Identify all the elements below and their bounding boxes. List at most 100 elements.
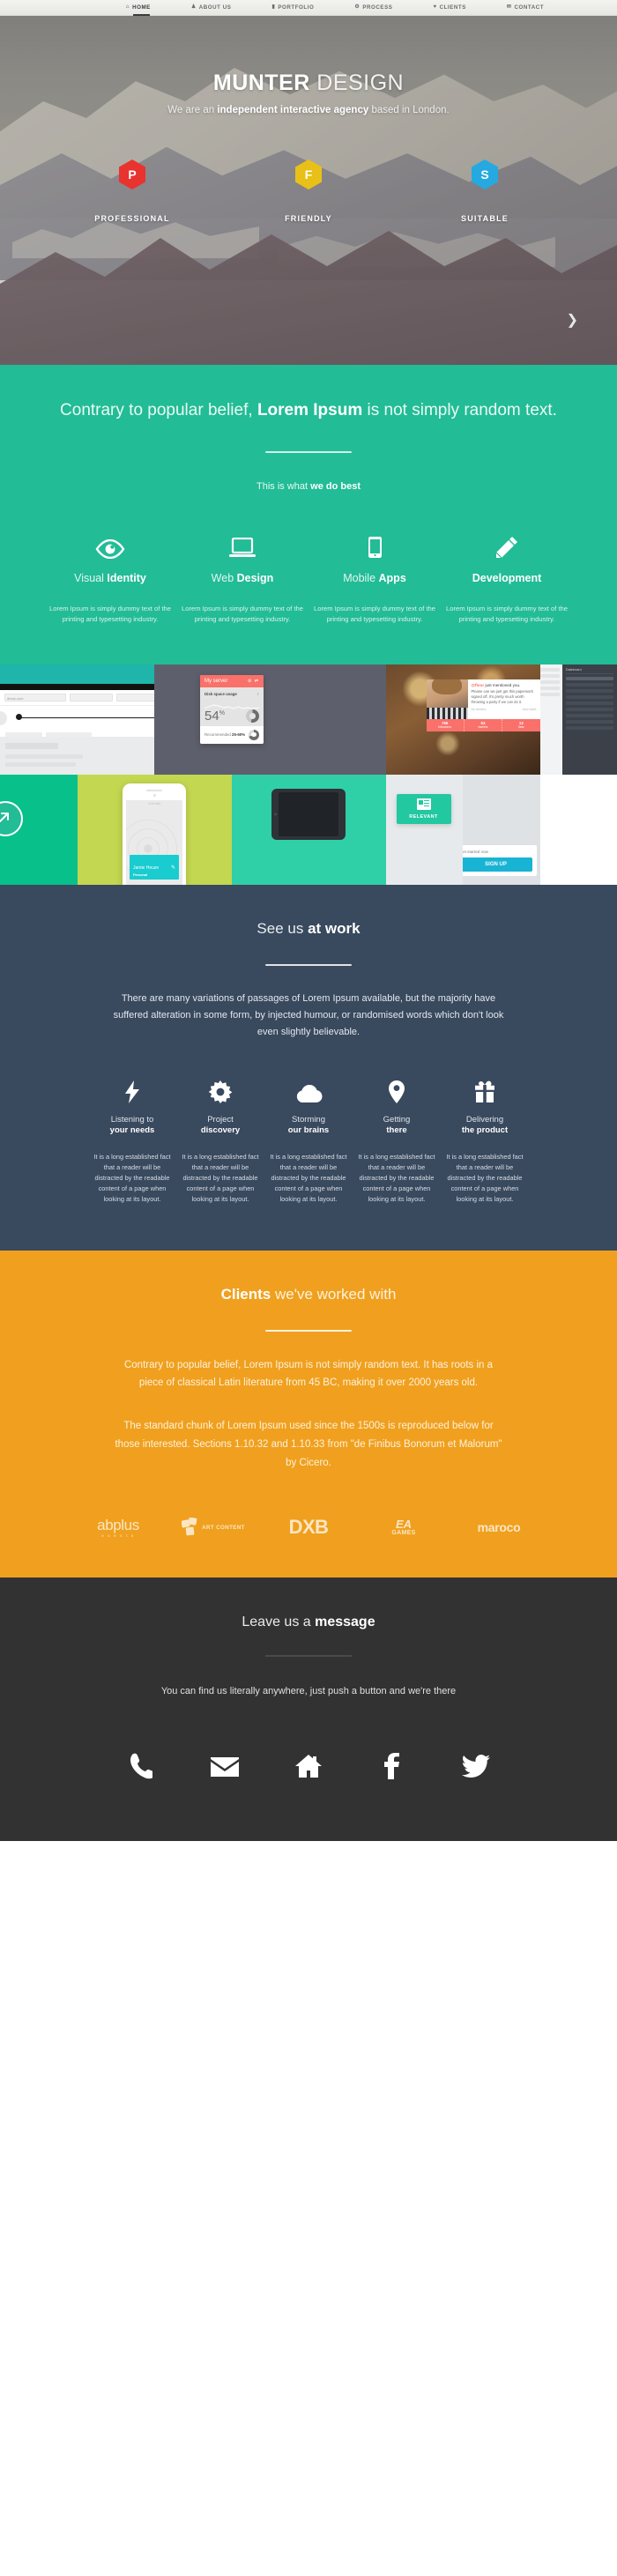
twitter-icon [462, 1755, 490, 1778]
portfolio-tile-tablet[interactable] [231, 774, 386, 885]
nav-label: CONTACT [514, 4, 545, 11]
badge-professional[interactable]: P PROFESSIONAL [44, 160, 220, 223]
client-logo-art-content[interactable]: ART CONTENT [166, 1512, 261, 1542]
social-email[interactable] [183, 1753, 267, 1779]
portfolio-tile-server-card[interactable]: My server ⚙ ⇄ Disk space usage ↑ 54% Rec… [154, 664, 386, 775]
portfolio-tile-arrow[interactable] [0, 774, 78, 885]
services-lead: Contrary to popular belief, Lorem Ipsum … [44, 398, 573, 423]
social-phone[interactable] [100, 1753, 183, 1779]
value-number: 54 [204, 708, 219, 724]
panel-row[interactable] [566, 688, 613, 693]
nav-label: ABOUT US [198, 4, 232, 11]
service-body: Lorem Ipsum is simply dummy text of the … [314, 604, 435, 624]
tweet-meta-right[interactable]: view tweet [523, 708, 537, 711]
portfolio-tile-phone[interactable]: 9:41 AM Jamie Heuze Personal ✎ [77, 774, 232, 885]
panel-title: Dashboard [566, 668, 613, 674]
panel-row[interactable] [566, 713, 613, 717]
social-facebook[interactable] [351, 1753, 435, 1780]
nav-item-home[interactable]: ⌂ HOME [126, 4, 151, 16]
dashboard-side-panel: Dashboard [562, 664, 617, 775]
nav-item-clients[interactable]: ♥ CLIENTS [433, 4, 465, 11]
title-bold: Development [472, 571, 542, 584]
metric-value-row: 54% [204, 709, 259, 723]
phone-contact-tag[interactable]: Jamie Heuze Personal ✎ [130, 855, 179, 880]
art-content-mark-icon [182, 1518, 197, 1536]
tweet-meta: No viewers view tweet [472, 708, 537, 711]
chevron-down-icon[interactable]: ❯ [567, 314, 578, 328]
tablet-home-button [273, 813, 277, 816]
process-step-delivering[interactable]: Delivering the product It is a long estab… [441, 1077, 529, 1205]
service-web-design[interactable]: Web Design Lorem Ipsum is simply dummy t… [176, 529, 308, 626]
section-divider [265, 963, 352, 966]
decor-dot [16, 713, 22, 720]
client-logo-maroco[interactable]: maroco [451, 1512, 546, 1542]
process-step-listening[interactable]: Listening to your needs It is a long esta… [88, 1077, 176, 1205]
metric-label-row: Disk space usage ↑ [204, 692, 259, 696]
social-twitter[interactable] [435, 1753, 518, 1779]
hexagon-badge-p: P [119, 160, 145, 189]
placeholder-bar [5, 753, 83, 759]
portfolio-tile-tweet[interactable]: @floor just mentioned you. Please can we… [385, 664, 540, 775]
gear-icon[interactable]: ⚙ [248, 679, 252, 684]
nav-label: PORTFOLIO [278, 4, 315, 11]
subtitle-pre: We are an [167, 105, 218, 115]
service-development[interactable]: Development Lorem Ipsum is simply dummy … [441, 529, 573, 626]
portfolio-tile-dashboard-panel[interactable]: Dashboard [539, 664, 617, 775]
tweet-stat: 12 lists [502, 719, 539, 731]
logo-subtext: GAMES [391, 1530, 416, 1537]
tweet-handle[interactable]: @floor [472, 683, 485, 687]
nav-label: CLIENTS [439, 4, 466, 11]
nav-item-about-us[interactable]: ♟ ABOUT US [191, 4, 232, 11]
panel-row[interactable] [566, 719, 613, 724]
process-step-discovery[interactable]: Project discovery It is a long establishe… [176, 1077, 264, 1205]
hex-wrap: F [220, 160, 397, 189]
tweet-stats-strip: 765 followers 63 tweets 12 lists [426, 718, 540, 731]
client-logos: abplus e v e n t s ART CONTENT DXB EA GA… [0, 1512, 617, 1542]
browser-button-row [0, 730, 154, 737]
panel-row[interactable] [566, 725, 613, 730]
server-card-icons[interactable]: ⚙ ⇄ [248, 679, 259, 684]
title-light: Visual [74, 571, 108, 584]
portfolio-tile-relevant[interactable]: RELEVANT [385, 774, 463, 885]
title-bold: message [315, 1615, 375, 1630]
nav-items: ⌂ HOME ♟ ABOUT US ▮ PORTFOLIO ⚙ PROCESS … [73, 4, 544, 16]
title-bold: your needs [109, 1125, 155, 1136]
client-logo-abplus[interactable]: abplus e v e n t s [71, 1512, 166, 1542]
nav-item-process[interactable]: ⚙ PROCESS [354, 4, 392, 11]
panel-row[interactable] [566, 707, 613, 711]
process-step-getting-there[interactable]: Getting there It is a long established fa… [353, 1077, 441, 1205]
contact-section: Leave us a message You can find us liter… [0, 1578, 617, 1842]
server-card: My server ⚙ ⇄ Disk space usage ↑ 54% Rec… [200, 674, 264, 744]
pencil-icon[interactable]: ✎ [171, 865, 175, 871]
portfolio-tile-signup[interactable]: Get started now SIGN UP [463, 774, 540, 885]
badge-suitable[interactable]: S SUITABLE [397, 160, 573, 223]
panel-row[interactable] [566, 701, 613, 705]
sliders-icon[interactable]: ⇄ [255, 679, 259, 684]
logo-subtext: e v e n t s [101, 1533, 135, 1538]
signup-button[interactable]: SIGN UP [463, 857, 532, 872]
nav-item-portfolio[interactable]: ▮ PORTFOLIO [271, 4, 314, 11]
panel-row[interactable] [566, 676, 613, 680]
portfolio-tile-browser[interactable]: dress.com [0, 664, 154, 775]
service-visual-identity[interactable]: Visual Identity Lorem Ipsum is simply du… [44, 529, 176, 626]
process-step-storming[interactable]: Storming our brains It is a long establis… [264, 1077, 353, 1205]
nav-item-contact[interactable]: ✉ CONTACT [507, 4, 544, 11]
briefcase-icon: ▮ [271, 4, 276, 10]
hero-section: MUNTER DESIGN We are an independent inte… [0, 16, 617, 365]
social-home[interactable] [267, 1753, 351, 1779]
envelope-icon: ✉ [506, 4, 512, 10]
badge-friendly[interactable]: F FRIENDLY [220, 160, 397, 223]
panel-row[interactable] [566, 694, 613, 699]
eye-icon [49, 529, 171, 559]
donut-chart-small [249, 729, 259, 740]
service-body: Lorem Ipsum is simply dummy text of the … [446, 604, 568, 624]
client-logo-dxb[interactable]: DXB [261, 1512, 356, 1542]
panel-row[interactable] [566, 682, 613, 687]
service-title: Visual Identity [49, 572, 171, 584]
list-item [540, 679, 560, 684]
service-body: Lorem Ipsum is simply dummy text of the … [182, 604, 303, 624]
service-mobile-apps[interactable]: Mobile Apps Lorem Ipsum is simply dummy … [308, 529, 441, 626]
client-logo-ea-games[interactable]: EA GAMES [356, 1512, 451, 1542]
badge-letter: F [304, 167, 313, 182]
list-item [540, 673, 560, 678]
